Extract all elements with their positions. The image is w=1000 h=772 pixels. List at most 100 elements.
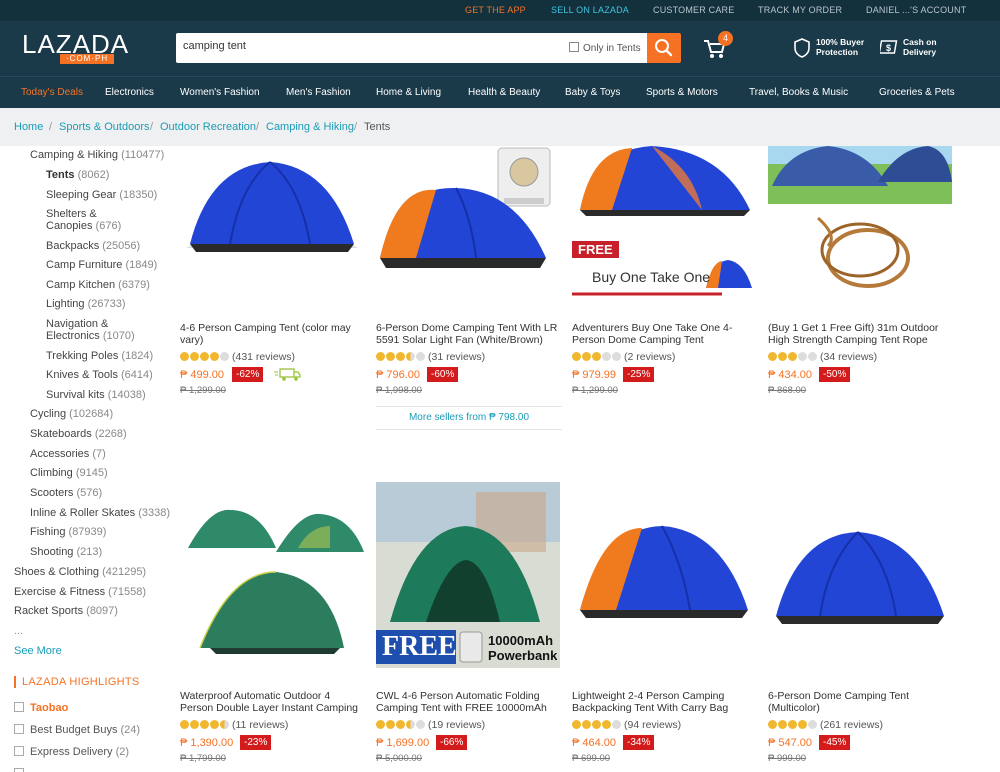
product-image[interactable]: [768, 146, 952, 296]
delivery-truck-icon: [274, 368, 301, 381]
breadcrumb-outdoor-recreation[interactable]: Outdoor Recreation: [160, 121, 256, 133]
original-price: ₱ 868.00: [768, 385, 807, 396]
product-title[interactable]: 6-Person Dome Camping Tent (Multicolor): [768, 690, 952, 714]
sidebar-item-skateboards[interactable]: Skateboards (2268): [30, 428, 127, 441]
cash-icon: $: [880, 40, 898, 54]
product-image[interactable]: [180, 146, 364, 296]
sidebar-item-backpacks[interactable]: Backpacks (25056): [46, 240, 140, 253]
discount-badge: -50%: [819, 367, 851, 382]
sidebar-item-tents[interactable]: Tents (8062): [46, 169, 109, 182]
budget-checkbox[interactable]: [14, 724, 24, 734]
product-title[interactable]: 4-6 Person Camping Tent (color may vary): [180, 322, 364, 346]
sidebar-item-knives-tools[interactable]: Knives & Tools (6414): [46, 369, 153, 382]
nav-todays-deals[interactable]: Today's Deals: [21, 87, 83, 98]
only-in-category-toggle[interactable]: Only in Tents: [569, 42, 641, 54]
product-rating: (31 reviews): [376, 351, 485, 364]
breadcrumb-camping-hiking[interactable]: Camping & Hiking: [266, 121, 354, 133]
sidebar-item-fishing[interactable]: Fishing (87939): [30, 526, 106, 539]
highlight-taobao[interactable]: Taobao: [14, 702, 68, 714]
account-link[interactable]: DANIEL ...'S ACCOUNT: [866, 5, 966, 15]
sidebar-item-shoes-clothing[interactable]: Shoes & Clothing (421295): [14, 566, 146, 579]
sidebar-item-exercise-fitness[interactable]: Exercise & Fitness (71558): [14, 586, 146, 599]
see-more-link[interactable]: See More: [14, 645, 62, 657]
nav-sports-motors[interactable]: Sports & Motors: [646, 87, 718, 98]
product-image[interactable]: [768, 482, 952, 668]
tent-image: [580, 525, 748, 618]
taobao-checkbox[interactable]: [14, 702, 24, 712]
tent-image: [186, 161, 358, 252]
nav-mens-fashion[interactable]: Men's Fashion: [286, 87, 351, 98]
original-price: ₱ 1,299.00: [180, 385, 226, 396]
search-input[interactable]: [183, 40, 543, 52]
track-order-link[interactable]: TRACK MY ORDER: [758, 5, 842, 15]
customer-care-link[interactable]: CUSTOMER CARE: [653, 5, 734, 15]
product-rating: (261 reviews): [768, 719, 883, 732]
product-title[interactable]: Waterproof Automatic Outdoor 4 Person Do…: [180, 690, 364, 714]
original-price: ₱ 1,799.00: [180, 753, 226, 764]
product-image[interactable]: [180, 482, 364, 668]
nav-electronics[interactable]: Electronics: [105, 87, 154, 98]
rating-stars: [768, 352, 818, 364]
discount-badge: -25%: [623, 367, 655, 382]
breadcrumb-separator: /: [354, 121, 358, 133]
product-title[interactable]: Lightweight 2-4 Person Camping Backpacki…: [572, 690, 756, 714]
product-rating: (94 reviews): [572, 719, 681, 732]
nav-womens-fashion[interactable]: Women's Fashion: [180, 87, 260, 98]
product-rating: (34 reviews): [768, 351, 877, 364]
sidebar-item-shelters-line2[interactable]: Canopies (676): [46, 220, 121, 233]
sidebar-item-shooting[interactable]: Shooting (213): [30, 546, 102, 559]
sidebar-item-climbing[interactable]: Climbing (9145): [30, 467, 108, 480]
breadcrumb-sports-outdoors[interactable]: Sports & Outdoors: [59, 121, 150, 133]
nav-health-beauty[interactable]: Health & Beauty: [468, 87, 540, 98]
promo-capacity: 10000mAh: [488, 633, 554, 648]
product-image[interactable]: FREE 10000mAh Powerbank: [376, 482, 560, 668]
sidebar-item-lighting[interactable]: Lighting (26733): [46, 298, 126, 311]
sidebar-item-navigation-line2[interactable]: Electronics (1070): [46, 330, 135, 343]
sidebar-item-cycling[interactable]: Cycling (102684): [30, 408, 113, 421]
nav-travel-books-music[interactable]: Travel, Books & Music: [749, 87, 848, 98]
original-price: ₱ 699.00: [572, 753, 611, 764]
product-price: ₱ 979.99: [572, 369, 617, 381]
main-header: LAZADA ·COM·PH Only in Tents 4 100% Buye…: [0, 21, 1000, 76]
sidebar-item-camp-kitchen[interactable]: Camp Kitchen (6379): [46, 279, 150, 292]
nav-groceries-pets[interactable]: Groceries & Pets: [879, 87, 955, 98]
product-rating: (11 reviews): [180, 719, 288, 732]
sidebar-item-accessories[interactable]: Accessories (7): [30, 448, 106, 461]
only-in-checkbox[interactable]: [569, 42, 579, 52]
sell-on-lazada-link[interactable]: SELL ON LAZADA: [551, 5, 629, 15]
product-price: ₱ 1,390.00: [180, 737, 234, 749]
search-button[interactable]: [647, 33, 681, 63]
product-title[interactable]: 6-Person Dome Camping Tent With LR 5591 …: [376, 322, 560, 346]
nav-baby-toys[interactable]: Baby & Toys: [565, 87, 620, 98]
sidebar-item-camp-furniture[interactable]: Camp Furniture (1849): [46, 259, 157, 272]
product-image[interactable]: FREE Buy One Take One: [572, 146, 756, 296]
sidebar-item-inline-skates[interactable]: Inline & Roller Skates (3338): [30, 507, 170, 520]
promo-text: Buy One Take One: [592, 269, 711, 285]
original-price: ₱ 5,000.00: [376, 753, 422, 764]
product-title[interactable]: Adventurers Buy One Take One 4-Person Do…: [572, 322, 756, 346]
sidebar-item-survival-kits[interactable]: Survival kits (14038): [46, 389, 146, 402]
product-image[interactable]: [376, 146, 560, 296]
express-checkbox[interactable]: [14, 746, 24, 756]
cash-on-delivery-badge[interactable]: $ Cash on Delivery: [880, 37, 937, 57]
product-title[interactable]: CWL 4-6 Person Automatic Folding Camping…: [376, 690, 560, 714]
sidebar-item-trekking-poles[interactable]: Trekking Poles (1824): [46, 350, 153, 363]
breadcrumb-home[interactable]: Home: [14, 121, 43, 133]
highlight-express-delivery[interactable]: Express Delivery (2): [14, 746, 129, 758]
breadcrumb-separator: /: [150, 121, 154, 133]
nav-home-living[interactable]: Home & Living: [376, 87, 441, 98]
sidebar-item-racket-sports[interactable]: Racket Sports (8097): [14, 605, 118, 618]
more-sellers-link[interactable]: More sellers from ₱ 798.00: [376, 406, 562, 430]
product-image[interactable]: [572, 482, 756, 668]
sidebar-item-scooters[interactable]: Scooters (576): [30, 487, 102, 500]
highlight-best-budget[interactable]: Best Budget Buys (24): [14, 724, 140, 736]
search-box: Only in Tents: [176, 33, 647, 63]
product-price: ₱ 796.00: [376, 369, 421, 381]
cart-count-badge: 4: [718, 31, 733, 46]
sidebar-item-sleeping-gear[interactable]: Sleeping Gear (18350): [46, 189, 157, 202]
buyer-protection-badge[interactable]: 100% Buyer Protection: [794, 37, 864, 58]
sidebar-item-camping-hiking[interactable]: Camping & Hiking (110477): [30, 149, 164, 162]
promo-powerbank: Powerbank: [488, 648, 558, 663]
get-the-app-link[interactable]: GET THE APP: [465, 5, 526, 15]
product-title[interactable]: (Buy 1 Get 1 Free Gift) 31m Outdoor High…: [768, 322, 952, 346]
